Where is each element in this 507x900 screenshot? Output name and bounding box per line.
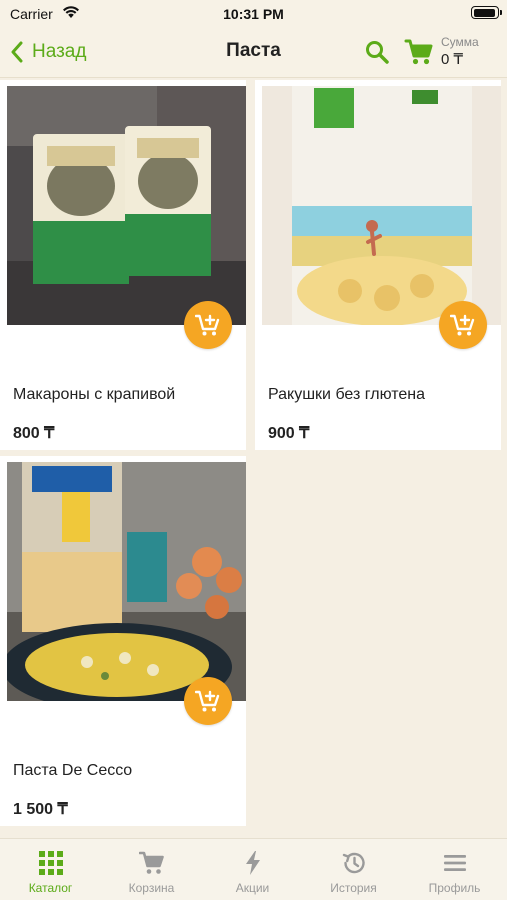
add-to-cart-button[interactable]: [184, 301, 232, 349]
grid-icon: [39, 851, 63, 875]
product-name: Паста De Cecco: [13, 762, 133, 779]
tab-promotions[interactable]: Акции: [202, 839, 303, 900]
add-to-cart-button[interactable]: [439, 301, 487, 349]
cart-sum-label: Сумма: [441, 35, 479, 49]
product-price: 900 ₸: [268, 425, 310, 442]
search-icon[interactable]: [364, 39, 390, 65]
product-image: [7, 86, 246, 325]
back-label: Назад: [32, 41, 87, 62]
lightning-icon: [246, 851, 260, 875]
product-card[interactable]: Макароны с крапивой 800 ₸: [0, 80, 246, 450]
tab-cart[interactable]: Корзина: [101, 839, 202, 900]
tab-bar: Каталог Корзина Акции История Профиль: [0, 838, 507, 900]
tab-profile[interactable]: Профиль: [404, 839, 505, 900]
product-card[interactable]: Паста De Cecco 1 500 ₸: [0, 456, 246, 826]
product-name: Макароны с крапивой: [13, 386, 176, 403]
chevron-left-icon: [11, 41, 23, 63]
status-bar: Carrier 10:31 PM: [0, 0, 507, 28]
product-name: Ракушки без глютена: [268, 386, 425, 403]
tab-history[interactable]: История: [303, 839, 404, 900]
menu-icon: [444, 855, 466, 871]
cart-icon[interactable]: [404, 38, 434, 66]
history-icon: [342, 852, 365, 874]
cart-sum-value: 0 ₸: [441, 51, 464, 68]
cart-icon: [139, 851, 164, 874]
product-price: 800 ₸: [13, 425, 55, 442]
product-image: [7, 462, 246, 701]
add-to-cart-icon: [450, 314, 475, 336]
tab-catalog[interactable]: Каталог: [0, 839, 101, 900]
tab-label: Каталог: [28, 881, 73, 895]
product-card[interactable]: Ракушки без глютена 900 ₸: [255, 80, 501, 450]
battery-icon: [471, 6, 502, 19]
clock: 10:31 PM: [223, 6, 284, 22]
nav-bar: Назад Паста Сумма 0 ₸: [0, 28, 507, 78]
tab-label: Акции: [235, 881, 270, 895]
tab-label: История: [330, 881, 377, 895]
tab-label: Профиль: [428, 881, 481, 895]
product-price: 1 500 ₸: [13, 801, 68, 818]
product-image: [262, 86, 501, 325]
add-to-cart-icon: [195, 314, 220, 336]
product-grid: Макароны с крапивой 800 ₸ Ракушки без гл…: [0, 80, 507, 836]
tab-label: Корзина: [128, 881, 175, 895]
back-button[interactable]: Назад: [10, 36, 86, 68]
add-to-cart-icon: [195, 690, 220, 712]
add-to-cart-button[interactable]: [184, 677, 232, 725]
